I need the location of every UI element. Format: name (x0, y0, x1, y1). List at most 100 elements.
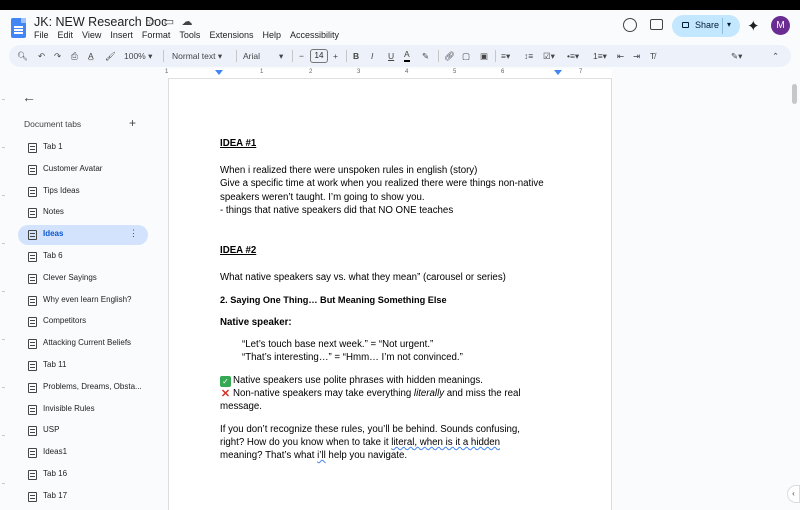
decrease-font-size-button[interactable]: − (299, 49, 304, 63)
menu-help[interactable]: Help (262, 30, 281, 40)
collapse-toolbar-icon[interactable]: ⌃ (772, 49, 779, 63)
docs-logo-icon[interactable] (11, 18, 26, 38)
menu-tools[interactable]: Tools (179, 30, 200, 40)
italic-icon[interactable]: I (371, 49, 373, 63)
spelling-suggestion[interactable]: i’ll (317, 450, 326, 461)
sidebar-tab-item[interactable]: Attacking Current Beliefs (18, 334, 148, 354)
decrease-indent-icon[interactable]: ⇤ (617, 49, 624, 63)
search-menus-icon[interactable]: 🔍︎ (17, 49, 28, 63)
x-line-2[interactable]: message. (220, 400, 262, 414)
font-size-input[interactable]: 14 (310, 49, 328, 63)
idea1-line-4[interactable]: - things that native speakers did that N… (220, 204, 453, 218)
menu-edit[interactable]: Edit (58, 30, 74, 40)
sidebar-tab-item[interactable]: Tips Ideas (18, 182, 148, 202)
idea2-subheading[interactable]: 2. Saying One Thing… But Meaning Somethi… (220, 294, 447, 308)
insert-image-icon[interactable]: ▣ (480, 49, 488, 63)
checklist-icon[interactable]: ☑▾ (543, 49, 555, 63)
increase-indent-icon[interactable]: ⇥ (633, 49, 640, 63)
sidebar-tab-item[interactable]: Problems, Dreams, Obsta... (18, 378, 148, 398)
numbered-list-icon[interactable]: 1≡▾ (593, 49, 607, 63)
menu-insert[interactable]: Insert (110, 30, 133, 40)
bold-icon[interactable]: B (353, 49, 359, 63)
idea1-line-1[interactable]: When i realized there were unspoken rule… (220, 164, 477, 178)
document-tab-icon (28, 230, 37, 241)
version-history-icon[interactable] (623, 18, 637, 32)
highlight-color-icon[interactable]: ✎ (422, 49, 429, 63)
zoom-select[interactable]: 100% ▾ (124, 49, 152, 63)
redo-icon[interactable]: ↷ (54, 49, 61, 63)
sidebar-tab-item[interactable]: Ideas ⋮ (18, 225, 148, 246)
paint-format-icon[interactable]: 🖌︎ (105, 49, 116, 63)
sidebar-tab-item[interactable]: Tab 17 (18, 487, 148, 507)
menu-accessibility[interactable]: Accessibility (290, 30, 339, 40)
share-dropdown-icon[interactable]: ▾ (727, 20, 731, 29)
comments-icon[interactable] (650, 19, 663, 30)
spelling-suggestion[interactable]: literal, when is it a hidden (391, 437, 500, 448)
add-tab-button[interactable]: + (129, 116, 136, 130)
sidebar-tab-item[interactable]: Tab 11 (18, 356, 148, 376)
idea1-line-2[interactable]: Give a specific time at work when you re… (220, 177, 544, 191)
check-line[interactable]: ✓ Native speakers use polite phrases with… (220, 374, 483, 388)
line-spacing-icon[interactable]: ↕≡ (524, 49, 533, 63)
menu-view[interactable]: View (82, 30, 101, 40)
align-icon[interactable]: ≡▾ (501, 49, 510, 63)
sidebar-tab-item[interactable]: Tab 1 (18, 138, 148, 158)
sidebar-tab-item[interactable]: Tab 6 (18, 247, 148, 267)
sidebar-tab-item[interactable]: Ideas1 (18, 443, 148, 463)
document-tab-icon (28, 208, 37, 219)
paragraph-line-2[interactable]: right? How do you know when to take it l… (220, 436, 500, 450)
left-indent-marker[interactable] (215, 70, 223, 75)
text-color-icon[interactable]: A (404, 49, 410, 62)
quote-2[interactable]: “That’s interesting…” = “Hmm… I’m not co… (242, 351, 463, 365)
sidebar-tab-item[interactable]: Competitors (18, 312, 148, 332)
back-arrow-icon[interactable]: ← (22, 89, 36, 105)
menu-extensions[interactable]: Extensions (209, 30, 253, 40)
tab-label: Competitors (43, 316, 87, 326)
idea2-line-1[interactable]: What native speakers say vs. what they m… (220, 271, 506, 285)
sidebar-tab-item[interactable]: Notes (18, 203, 148, 223)
idea2-heading[interactable]: IDEA #2 (220, 244, 256, 258)
clear-formatting-icon[interactable]: T̸ (650, 49, 655, 63)
sidebar-tab-item[interactable]: Invisible Rules (18, 400, 148, 420)
style-select[interactable]: Normal text ▾ (172, 49, 222, 63)
gemini-icon[interactable]: ✦ (747, 17, 760, 35)
sidebar-tab-item[interactable]: Why even learn English? (18, 291, 148, 311)
horizontal-ruler[interactable]: 1 1 2 3 4 5 6 7 (165, 69, 612, 79)
sidebar-tab-item[interactable]: Customer Avatar (18, 160, 148, 180)
font-select[interactable]: Arial (243, 49, 260, 63)
cloud-status-icon[interactable]: ☁ (180, 15, 194, 28)
sidebar-tab-item[interactable]: USP (18, 421, 148, 441)
document-tab-icon (28, 382, 37, 393)
editing-mode-icon[interactable]: ✎▾ (731, 49, 742, 63)
right-indent-marker[interactable] (554, 70, 562, 75)
sidebar-tab-item[interactable]: Tab 16 (18, 465, 148, 485)
paragraph-line-3[interactable]: meaning? That’s what i’ll help you navig… (220, 449, 407, 463)
star-icon[interactable]: ☆ (144, 15, 158, 28)
avatar[interactable]: M (771, 16, 790, 35)
insert-link-icon[interactable]: 🔗︎ (444, 49, 455, 63)
vertical-scrollbar[interactable] (792, 84, 797, 104)
undo-icon[interactable]: ↶ (38, 49, 45, 63)
bulleted-list-icon[interactable]: •≡▾ (567, 49, 579, 63)
paragraph-line-1[interactable]: If you don’t recognize these rules, you’… (220, 423, 520, 437)
side-panel-toggle-icon[interactable]: ‹ (787, 485, 800, 503)
idea1-line-3[interactable]: speakers weren’t taught. I’m going to sh… (220, 191, 425, 205)
quote-1[interactable]: “Let’s touch base next week.” = “Not urg… (242, 338, 433, 352)
move-folder-icon[interactable]: ▭ (162, 15, 176, 28)
tab-label: Problems, Dreams, Obsta... (43, 381, 142, 391)
sidebar-tab-item[interactable]: Clever Sayings (18, 269, 148, 289)
print-icon[interactable]: ⎙ (71, 49, 78, 63)
underline-icon[interactable]: U (388, 49, 394, 63)
spellcheck-icon[interactable]: A̲ (88, 49, 94, 63)
insert-comment-icon[interactable]: ▢ (462, 49, 470, 63)
x-line[interactable]: ✕ Non-native speakers may take everything… (220, 387, 521, 401)
native-speaker-label[interactable]: Native speaker: (220, 316, 292, 330)
share-button[interactable]: Share ▾ (672, 15, 740, 37)
idea1-heading[interactable]: IDEA #1 (220, 137, 256, 151)
menu-file[interactable]: File (34, 30, 49, 40)
increase-font-size-button[interactable]: + (333, 49, 338, 63)
document-tab-icon (28, 317, 37, 328)
font-dropdown-icon[interactable]: ▾ (279, 49, 283, 63)
tab-options-icon[interactable]: ⋮ (129, 228, 138, 239)
menu-format[interactable]: Format (142, 30, 171, 40)
